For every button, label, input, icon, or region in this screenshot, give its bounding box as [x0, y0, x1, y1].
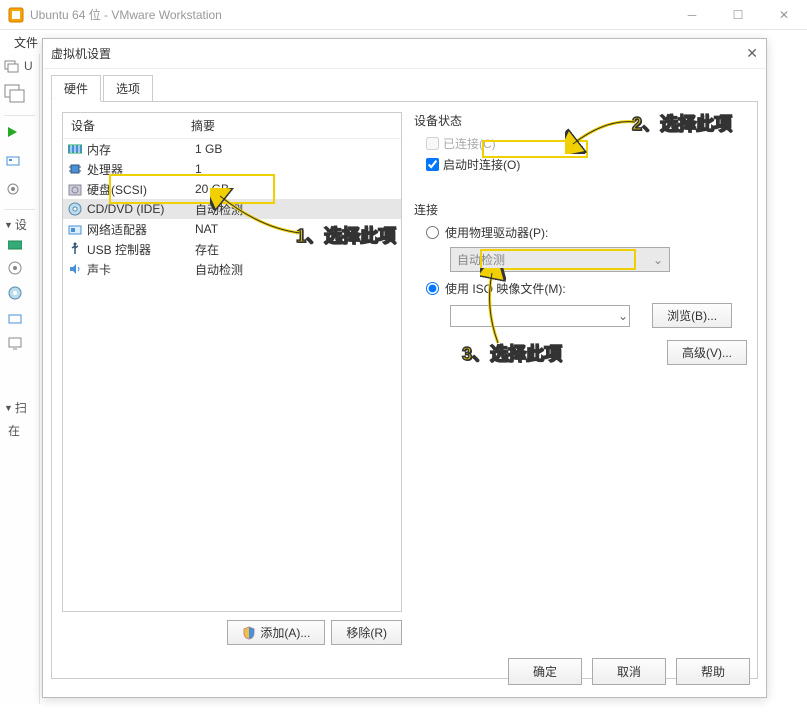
hdd-icon	[67, 181, 83, 197]
cpu-icon	[67, 161, 83, 177]
use-physical-radio[interactable]: 使用物理驱动器(P):	[426, 224, 747, 241]
device-row-hdd[interactable]: 硬盘(SCSI)20 GB	[63, 179, 401, 199]
chevron-down-icon: ⌄	[653, 253, 663, 267]
connect-at-poweron-input[interactable]	[426, 158, 439, 171]
device-icon	[6, 153, 20, 167]
device-list-header: 设备 摘要	[63, 113, 401, 139]
device-name: USB 控制器	[87, 241, 195, 258]
device-name: 声卡	[87, 261, 195, 278]
main-window-titlebar: Ubuntu 64 位 - VMware Workstation ─ ☐ ✕	[0, 0, 807, 30]
iso-combo-chevron[interactable]: ⌄	[618, 309, 628, 323]
device-name: 硬盘(SCSI)	[87, 181, 195, 198]
device-status-label: 设备状态	[414, 112, 747, 129]
device-summary: 1 GB	[195, 142, 397, 156]
device-row-usb[interactable]: USB 控制器存在	[63, 239, 401, 259]
ok-button[interactable]: 确定	[508, 658, 582, 685]
use-iso-radio[interactable]: 使用 ISO 映像文件(M):	[426, 280, 747, 297]
tab-hardware[interactable]: 硬件	[51, 75, 101, 102]
hdd-small-icon	[8, 261, 22, 275]
browse-button[interactable]: 浏览(B)...	[652, 303, 732, 328]
cd-small-icon	[8, 286, 22, 300]
snapshot-icon	[6, 182, 20, 196]
net-icon	[67, 221, 83, 237]
memory-icon	[67, 141, 83, 157]
device-list[interactable]: 设备 摘要 内存1 GB处理器1硬盘(SCSI)20 GBCD/DVD (IDE…	[62, 112, 402, 612]
sound-icon	[67, 261, 83, 277]
device-summary: NAT	[195, 222, 397, 236]
section-settings[interactable]: ▼设	[0, 214, 39, 235]
usb-icon	[67, 241, 83, 257]
device-name: 内存	[87, 141, 195, 158]
use-physical-input[interactable]	[426, 226, 439, 239]
dialog-title: 虚拟机设置	[51, 45, 111, 62]
play-icon[interactable]	[6, 126, 18, 138]
col-summary: 摘要	[191, 117, 215, 134]
tab-group-icon	[4, 58, 20, 74]
col-device: 设备	[71, 117, 191, 134]
remove-device-button[interactable]: 移除(R)	[331, 620, 402, 645]
device-summary: 20 GB	[195, 182, 397, 196]
cancel-button[interactable]: 取消	[592, 658, 666, 685]
advanced-button[interactable]: 高级(V)...	[667, 340, 747, 365]
device-name: 处理器	[87, 161, 195, 178]
iso-path-input[interactable]	[450, 305, 630, 327]
device-name: CD/DVD (IDE)	[87, 202, 195, 216]
tab-label[interactable]: U	[24, 59, 33, 73]
vm-group-icon	[4, 82, 26, 104]
section-scan[interactable]: ▼扫	[0, 397, 39, 418]
device-row-cpu[interactable]: 处理器1	[63, 159, 401, 179]
tab-options[interactable]: 选项	[103, 75, 153, 102]
minimize-button[interactable]: ─	[669, 0, 715, 30]
device-row-cd[interactable]: CD/DVD (IDE)自动检测	[63, 199, 401, 219]
shield-icon	[242, 626, 256, 640]
connected-checkbox: 已连接(C)	[426, 135, 747, 152]
device-row-net[interactable]: 网络适配器NAT	[63, 219, 401, 239]
connected-input	[426, 137, 439, 150]
device-summary: 自动检测	[195, 261, 397, 278]
device-summary: 1	[195, 162, 397, 176]
section-desc: 在	[0, 418, 39, 443]
device-row-memory[interactable]: 内存1 GB	[63, 139, 401, 159]
use-iso-input[interactable]	[426, 282, 439, 295]
device-summary: 存在	[195, 241, 397, 258]
cd-icon	[67, 201, 83, 217]
device-name: 网络适配器	[87, 221, 195, 238]
add-device-button[interactable]: 添加(A)...	[227, 620, 325, 645]
net-small-icon	[8, 311, 22, 325]
left-sidebar: U ▼设 ▼扫 在	[0, 54, 40, 704]
help-button[interactable]: 帮助	[676, 658, 750, 685]
connect-at-poweron-checkbox[interactable]: 启动时连接(O)	[426, 156, 747, 173]
memory-small-icon	[8, 240, 22, 250]
close-button[interactable]: ✕	[761, 0, 807, 30]
device-row-sound[interactable]: 声卡自动检测	[63, 259, 401, 279]
physical-drive-combo: 自动检测⌄	[450, 247, 670, 272]
app-icon	[8, 7, 24, 23]
display-small-icon	[8, 336, 22, 350]
dialog-close-button[interactable]: ✕	[746, 45, 758, 62]
maximize-button[interactable]: ☐	[715, 0, 761, 30]
menu-file[interactable]: 文件	[8, 34, 44, 51]
connection-label: 连接	[414, 201, 747, 218]
vm-settings-dialog: 虚拟机设置 ✕ 硬件 选项 设备 摘要 内存1 GB处理器1硬盘(SCSI)20…	[42, 38, 767, 698]
main-window-title: Ubuntu 64 位 - VMware Workstation	[30, 6, 222, 23]
device-summary: 自动检测	[195, 201, 397, 218]
